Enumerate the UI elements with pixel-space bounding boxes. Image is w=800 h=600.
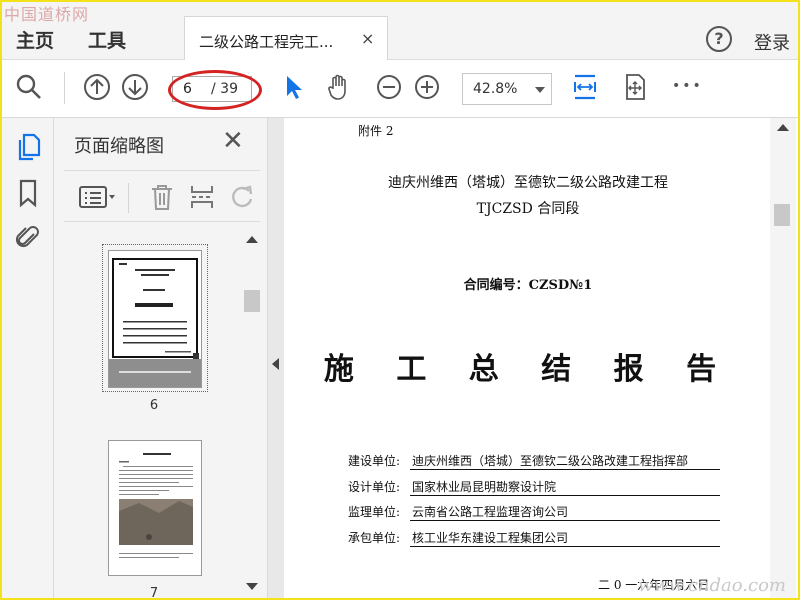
next-page-icon[interactable] [120, 72, 150, 102]
zoom-in-icon[interactable] [412, 72, 442, 102]
page-number-highlight-ellipse [168, 70, 262, 110]
unit-label: 设计单位: [348, 480, 401, 494]
thumbnail-label-7: 7 [149, 586, 159, 598]
select-cursor-icon[interactable] [278, 72, 308, 102]
thumbnail-6-preview [109, 251, 201, 387]
unit-value: 国家林业局昆明勘察设计院 [410, 478, 720, 496]
left-navigation-rail [2, 118, 54, 598]
contract-section: TJCZSD 合同段 [476, 201, 580, 217]
panel-title: 页面缩略图 [74, 136, 164, 157]
zoom-level-value: 42.8% [473, 81, 518, 97]
thumbnail-page-7[interactable] [108, 440, 202, 576]
fit-width-icon[interactable] [570, 72, 600, 102]
panel-splitter[interactable] [268, 118, 284, 598]
watermark-bottom-right: www.cndao.com [638, 575, 786, 596]
unit-row-supervision: 监理单位: 云南省公路工程监理咨询公司 [348, 503, 728, 521]
contract-number: 合同编号：CZSD№1 [463, 278, 593, 293]
collapse-panel-icon[interactable] [272, 358, 279, 370]
document-tab[interactable]: 二级公路工程完工... × [184, 16, 388, 61]
page-thumbnails-icon[interactable] [14, 132, 42, 162]
document-tab-title: 二级公路工程完工... [199, 33, 334, 51]
panel-close-icon[interactable]: ✕ [222, 126, 244, 156]
tab-close-icon[interactable]: × [361, 29, 374, 48]
report-title: 施 工 总 结 报 告 [323, 352, 733, 387]
thumbnail-scrollbar[interactable] [242, 230, 262, 598]
menu-bar: 主页 工具 二级公路工程完工... × ? 登录 [2, 2, 798, 61]
unit-value: 核工业华东建设工程集团公司 [410, 529, 720, 547]
chevron-down-icon [535, 87, 545, 93]
unit-label: 承包单位: [348, 531, 401, 545]
attachment-icon[interactable] [14, 222, 42, 252]
scroll-down-icon[interactable] [246, 583, 258, 590]
panel-toolbar-separator [128, 183, 129, 213]
unit-row-construction: 建设单位: 迪庆州维西（塔城）至德钦二级公路改建工程指挥部 [348, 452, 728, 470]
unit-value: 迪庆州维西（塔城）至德钦二级公路改建工程指挥部 [410, 452, 720, 470]
thumbnail-7-preview [119, 453, 193, 558]
document-page: 附件 2 迪庆州维西（塔城）至德钦二级公路改建工程 TJCZSD 合同段 合同编… [288, 118, 768, 598]
unit-value: 云南省公路工程监理咨询公司 [410, 503, 720, 521]
menu-home[interactable]: 主页 [16, 26, 54, 53]
scroll-up-icon[interactable] [777, 124, 789, 131]
help-icon[interactable]: ? [706, 26, 732, 52]
unit-row-contractor: 承包单位: 核工业华东建设工程集团公司 [348, 529, 728, 547]
thumbnail-label-6: 6 [149, 398, 159, 413]
toolbar-separator [64, 72, 65, 104]
rotate-page-icon[interactable] [228, 183, 256, 211]
thumbnail-options-icon[interactable] [78, 183, 118, 211]
attachment-label: 附件 2 [358, 124, 394, 138]
hand-tool-icon[interactable] [324, 72, 354, 102]
scroll-up-icon[interactable] [246, 236, 258, 243]
unit-label: 建设单位: [348, 454, 401, 468]
page-thumbnails-panel: 页面缩略图 ✕ 6 7 [54, 118, 268, 598]
unit-row-design: 设计单位: 国家林业局昆明勘察设计院 [348, 478, 728, 496]
zoom-out-icon[interactable] [374, 72, 404, 102]
thumbnail-page-6[interactable] [108, 250, 202, 388]
thumbnail-scroll-thumb[interactable] [244, 290, 260, 312]
zoom-level-select[interactable]: 42.8% [462, 73, 552, 105]
watermark-top-left: 中国道桥网 [4, 5, 90, 24]
previous-page-icon[interactable] [82, 72, 112, 102]
login-link[interactable]: 登录 [754, 29, 790, 55]
bookmark-icon[interactable] [14, 178, 42, 208]
more-options-icon[interactable]: ••• [672, 78, 703, 94]
delete-page-icon[interactable] [148, 183, 176, 211]
document-scroll-thumb[interactable] [774, 204, 790, 226]
panel-toolbar [64, 170, 260, 222]
project-title: 迪庆州维西（塔城）至德钦二级公路改建工程 [388, 175, 668, 191]
menu-tools[interactable]: 工具 [88, 26, 126, 53]
toolbar: 6 / 39 42.8% ••• [2, 60, 798, 118]
search-icon[interactable] [14, 72, 44, 102]
full-screen-icon[interactable] [620, 72, 650, 102]
insert-page-icon[interactable] [188, 183, 216, 211]
thumbnail-list: 6 7 [54, 230, 244, 598]
document-scrollbar[interactable] [770, 118, 796, 598]
document-view: 附件 2 迪庆州维西（塔城）至德钦二级公路改建工程 TJCZSD 合同段 合同编… [284, 118, 798, 598]
unit-label: 监理单位: [348, 505, 401, 519]
